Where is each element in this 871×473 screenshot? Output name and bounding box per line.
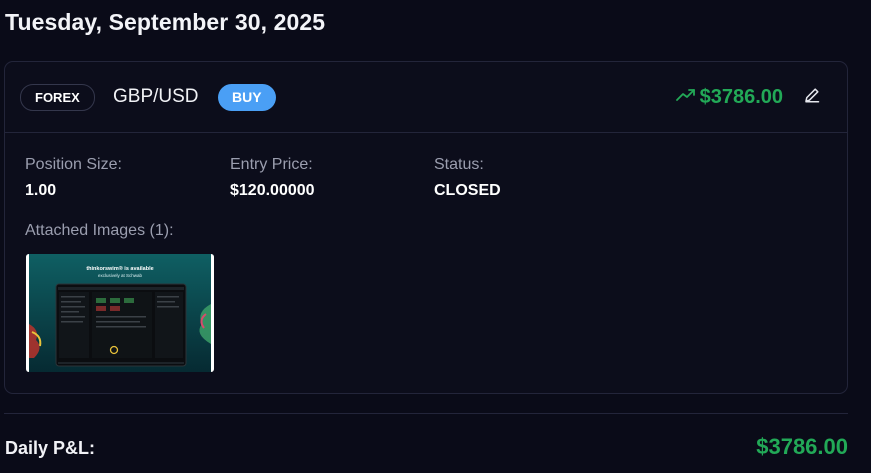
entry-price-value: $120.00000 (230, 182, 315, 199)
trade-pnl-value: $3786.00 (699, 86, 783, 108)
trade-pnl: $3786.00 (675, 84, 783, 110)
section-divider (4, 413, 848, 414)
status-value: CLOSED (434, 182, 501, 199)
trade-card: FOREX GBP/USD BUY $3786.00 Position Size… (4, 61, 848, 394)
currency-pair: GBP/USD (113, 86, 199, 107)
thumbnail-headline: thinkorswim® is available (86, 265, 153, 272)
entry-price-label: Entry Price: (230, 156, 313, 173)
thumbnail-image: thinkorswim® is available exclusively at… (26, 254, 214, 372)
trade-card-header: FOREX GBP/USD BUY $3786.00 (5, 62, 847, 133)
edit-trade-button[interactable] (801, 86, 823, 108)
status-label: Status: (434, 156, 484, 173)
daily-pnl-label: Daily P&L: (5, 438, 96, 458)
thumbnail-subline: exclusively at Schwab (98, 273, 143, 278)
position-size-field: Position Size: 1.00 (25, 155, 122, 201)
market-badge: FOREX (20, 84, 95, 111)
pencil-icon (803, 86, 821, 109)
position-size-label: Position Size: (25, 156, 122, 173)
status-field: Status: CLOSED (434, 155, 501, 201)
entry-price-field: Entry Price: $120.00000 (230, 155, 315, 201)
attached-image-thumbnail[interactable]: thinkorswim® is available exclusively at… (26, 254, 214, 372)
attached-images-label: Attached Images (1): (25, 222, 174, 239)
daily-pnl-value: $3786.00 (756, 434, 848, 459)
date-heading: Tuesday, September 30, 2025 (5, 9, 326, 35)
trending-up-icon (675, 88, 696, 107)
side-badge: BUY (218, 84, 276, 111)
position-size-value: 1.00 (25, 182, 57, 199)
